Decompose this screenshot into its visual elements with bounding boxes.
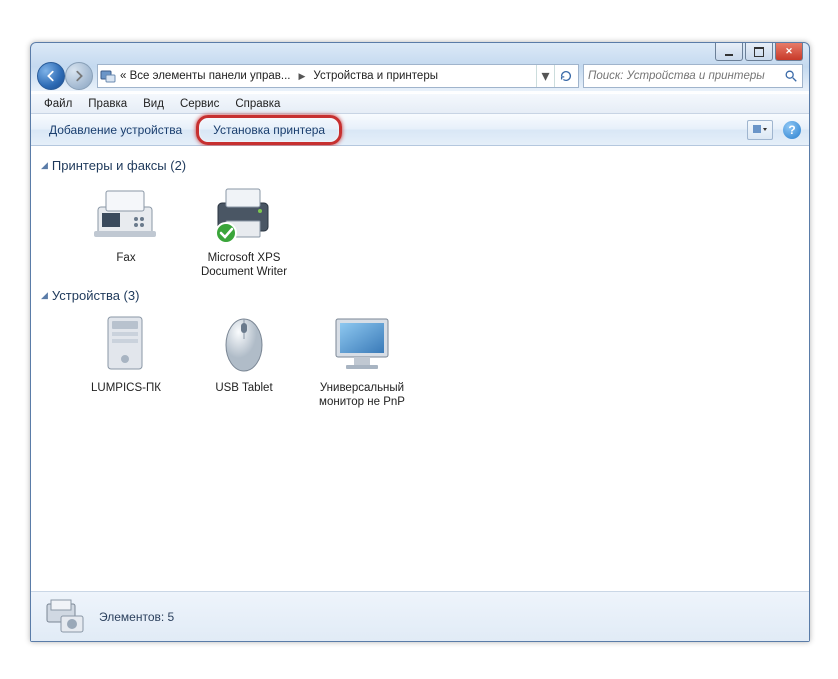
close-button[interactable] — [775, 43, 803, 61]
group-title: Устройства (3) — [52, 288, 140, 303]
group-header-devices[interactable]: ◢ Устройства (3) — [41, 288, 799, 303]
content-area: ◢ Принтеры и факсы (2) Fax Microsoft XPS… — [31, 146, 809, 591]
device-item-tablet[interactable]: USB Tablet — [189, 309, 299, 410]
mouse-icon — [204, 309, 284, 377]
menu-help[interactable]: Справка — [228, 96, 287, 112]
group-title: Принтеры и факсы (2) — [52, 158, 186, 173]
menu-file[interactable]: Файл — [37, 96, 79, 112]
status-text: Элементов: 5 — [99, 610, 174, 624]
status-bar: Элементов: 5 — [31, 591, 809, 641]
printers-items: Fax Microsoft XPS Document Writer — [41, 179, 799, 280]
menu-view[interactable]: Вид — [136, 96, 171, 112]
forward-button[interactable] — [65, 62, 93, 90]
item-label: Fax — [71, 251, 181, 265]
refresh-button[interactable] — [554, 65, 576, 87]
computer-icon — [86, 309, 166, 377]
device-item-monitor[interactable]: Универсальный монитор не PnP — [307, 309, 417, 410]
search-icon[interactable] — [784, 69, 798, 83]
printer-icon — [204, 179, 284, 247]
menu-bar: Файл Правка Вид Сервис Справка — [31, 93, 809, 114]
window-controls — [715, 43, 803, 61]
collapse-icon: ◢ — [41, 160, 48, 171]
explorer-window: « Все элементы панели управ... ▶ Устройс… — [30, 42, 810, 642]
collapse-icon: ◢ — [41, 290, 48, 301]
breadcrumb-seg-2[interactable]: Устройства и принтеры — [309, 65, 442, 87]
breadcrumb-seg-1[interactable]: « Все элементы панели управ... — [116, 65, 294, 87]
item-label: Microsoft XPS Document Writer — [189, 251, 299, 280]
group-header-printers[interactable]: ◢ Принтеры и факсы (2) — [41, 158, 799, 173]
address-dropdown[interactable]: ▾ — [536, 65, 554, 87]
device-item-xps[interactable]: Microsoft XPS Document Writer — [189, 179, 299, 280]
monitor-icon — [322, 309, 402, 377]
toolbar: Добавление устройства Установка принтера… — [31, 114, 809, 146]
maximize-button[interactable] — [745, 43, 773, 61]
device-item-pc[interactable]: LUMPICS-ПК — [71, 309, 181, 410]
item-label: LUMPICS-ПК — [71, 381, 181, 395]
view-options-dropdown[interactable] — [747, 120, 773, 140]
status-icon — [43, 598, 87, 636]
item-label: USB Tablet — [189, 381, 299, 395]
search-input[interactable] — [588, 70, 784, 82]
menu-service[interactable]: Сервис — [173, 96, 226, 112]
search-box[interactable] — [583, 64, 803, 88]
device-item-fax[interactable]: Fax — [71, 179, 181, 280]
add-printer-button[interactable]: Установка принтера — [196, 115, 342, 145]
fax-icon — [86, 179, 166, 247]
back-button[interactable] — [37, 62, 65, 90]
devices-icon — [100, 68, 116, 84]
help-button[interactable]: ? — [783, 121, 801, 139]
item-label: Универсальный монитор не PnP — [307, 381, 417, 410]
chevron-right-icon[interactable]: ▶ — [294, 71, 309, 82]
address-bar[interactable]: « Все элементы панели управ... ▶ Устройс… — [97, 64, 579, 88]
minimize-button[interactable] — [715, 43, 743, 61]
navigation-row: « Все элементы панели управ... ▶ Устройс… — [31, 59, 809, 93]
add-device-button[interactable]: Добавление устройства — [39, 119, 192, 141]
menu-edit[interactable]: Правка — [81, 96, 134, 112]
devices-items: LUMPICS-ПК USB Tablet Универсальный мони… — [41, 309, 799, 410]
